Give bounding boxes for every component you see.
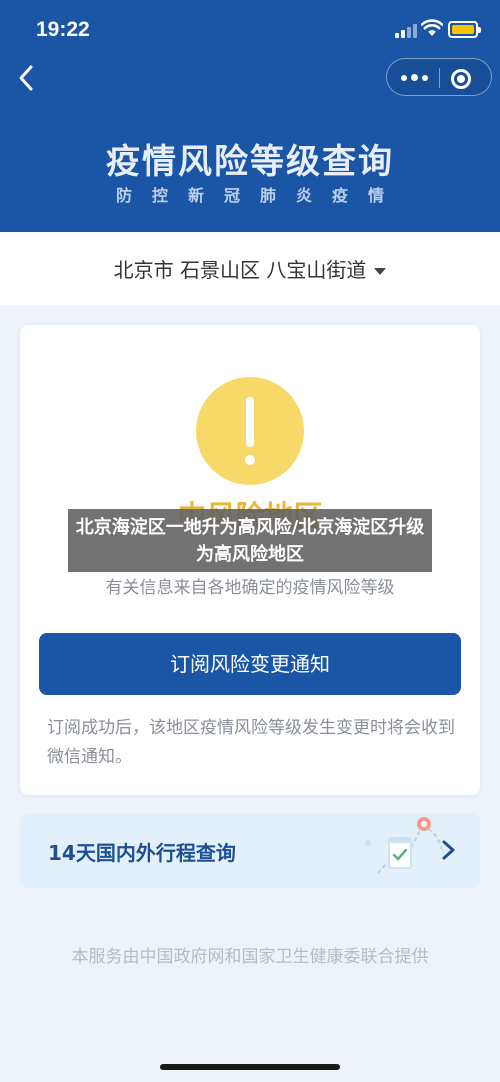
trip-query-card[interactable]: 14天国内外行程查询 (20, 813, 480, 888)
news-caption-overlay: 北京海淀区一地升为高风险/北京海淀区升级为高风险地区 (68, 509, 432, 572)
status-time: 19:22 (36, 18, 90, 41)
trip-query-label: 14天国内外行程查询 (48, 841, 236, 865)
location-label: 北京市 石景山区 八宝山街道 (113, 258, 367, 282)
battery-icon (448, 21, 481, 38)
home-indicator (160, 1064, 340, 1070)
dropdown-caret-icon (374, 268, 387, 275)
wifi-icon (421, 19, 443, 36)
subscribe-note: 订阅成功后，该地区疫情风险等级发生变更时将会收到微信通知。 (47, 718, 455, 767)
risk-description: 有关信息来自各地确定的疫情风险等级 (105, 578, 395, 598)
capsule-divider (439, 68, 440, 88)
more-icon[interactable] (387, 59, 439, 95)
close-mini-program-icon[interactable] (447, 65, 473, 91)
signal-icon (395, 22, 417, 38)
subscribe-button[interactable]: 订阅风险变更通知 (39, 633, 461, 695)
mini-program-capsule (386, 58, 492, 96)
footer-note: 本服务由中国政府网和国家卫生健康委联合提供 (71, 947, 429, 967)
status-bar: 19:22 (0, 0, 500, 60)
chevron-right-icon (442, 840, 455, 860)
location-selector[interactable]: 北京市 石景山区 八宝山街道 (0, 254, 500, 283)
back-icon[interactable] (14, 63, 40, 93)
page-title: 疫情风险等级查询 (106, 142, 394, 182)
page-subtitle: 防控新冠肺炎疫情 (115, 186, 404, 205)
location-bar: 北京市 石景山区 八宝山街道 (0, 232, 500, 305)
alert-icon (196, 377, 304, 485)
trip-illustration-icon (365, 817, 444, 874)
header: 19:22 疫情风险等级查询 防控新冠肺炎疫情 (0, 0, 500, 232)
